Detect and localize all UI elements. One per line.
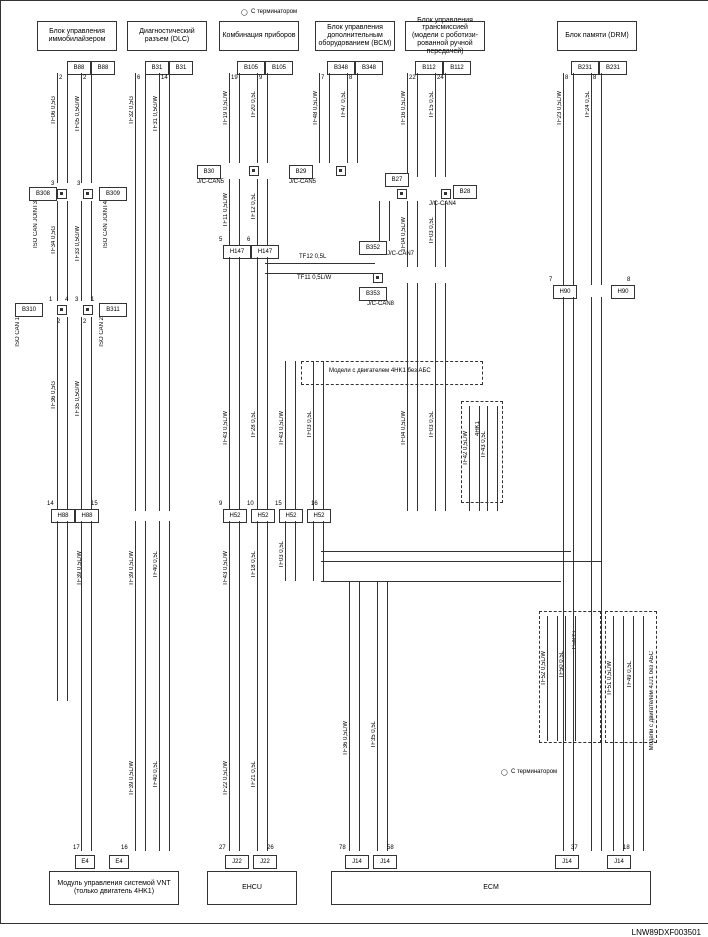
conn-j14: J14 <box>345 855 369 869</box>
conn-b31: B31 <box>169 61 193 75</box>
conn-b231: B231 <box>599 61 627 75</box>
conn-b309: B309 <box>99 187 127 201</box>
ecm-block: ECM <box>331 871 651 905</box>
term-label: С терминатором <box>251 9 297 15</box>
trans-block: Блок управления трансмиссией (модели с р… <box>405 21 485 51</box>
term-label: ◯ <box>241 9 248 16</box>
conn-j14: J14 <box>607 855 631 869</box>
conn-j14: J14 <box>373 855 397 869</box>
conn-e4: E4 <box>75 855 95 869</box>
ehcu-block: EHCU <box>207 871 297 905</box>
conn-b29: B29 <box>289 165 313 179</box>
drm-block: Блок памяти (DRM) <box>557 21 637 51</box>
conn-b28: B28 <box>453 185 477 199</box>
conn-e4: E4 <box>109 855 129 869</box>
immobilizer-block: Блок управления иммобилайзером <box>37 21 117 51</box>
conn-b30: B30 <box>197 165 221 179</box>
conn-h90: H90 <box>611 285 635 299</box>
conn-b308: B308 <box>29 187 57 201</box>
bcm-block: Блок управления дополнительным оборудова… <box>315 21 395 51</box>
conn-b105: B105 <box>265 61 293 75</box>
conn-b112: B112 <box>443 61 471 75</box>
wiring-diagram: ◯ С терминатором Блок управления иммобил… <box>0 0 708 924</box>
conn-b352: B352 <box>359 241 387 255</box>
conn-b353: B353 <box>359 287 387 301</box>
conn-b310: B310 <box>15 303 43 317</box>
vnt-block: Модуль управления системой VNT (только д… <box>49 871 179 905</box>
conn-j14: J14 <box>555 855 579 869</box>
document-id: LNW89DXF003501 <box>632 928 701 937</box>
conn-b88: B88 <box>91 61 115 75</box>
dlc-block: Диагностический разъем (DLC) <box>127 21 207 51</box>
cluster-block: Комбинация приборов <box>219 21 299 51</box>
term-bottom: ◯ <box>501 769 508 776</box>
conn-j22: J22 <box>225 855 249 869</box>
conn-b27: B27 <box>385 173 409 187</box>
conn-j22: J22 <box>253 855 277 869</box>
conn-b311: B311 <box>99 303 127 317</box>
conn-b348: B348 <box>355 61 383 75</box>
